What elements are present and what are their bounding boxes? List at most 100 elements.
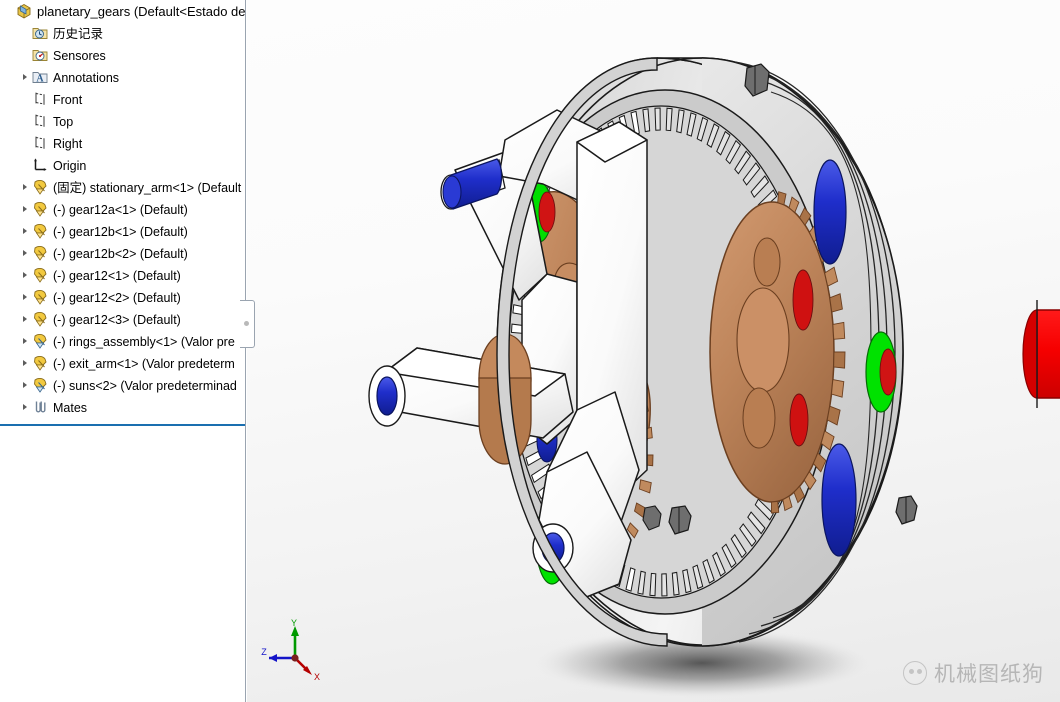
tree-item-gear12b-2-default[interactable]: (-) gear12b<2> (Default) (0, 242, 245, 264)
expand-arrow-icon (2, 0, 15, 22)
expand-arrow-icon[interactable] (18, 352, 31, 374)
tree-item-label: Front (53, 92, 83, 107)
sun-gear-green-2 (865, 331, 897, 413)
tree-item-exit-arm-1-valor-predeterm[interactable]: (-) exit_arm<1> (Valor predeterm (0, 352, 245, 374)
wechat-logo-icon (903, 661, 927, 685)
expand-arrow-icon[interactable] (18, 220, 31, 242)
tree-item-suns-2-valor-predeterminad[interactable]: (-) suns<2> (Valor predeterminad (0, 374, 245, 396)
tree-item-gear12-3-default[interactable]: (-) gear12<3> (Default) (0, 308, 245, 330)
tree-item-label: Annotations (53, 70, 120, 85)
svg-text:A: A (36, 73, 44, 84)
tree-item-label: 历史记录 (53, 26, 104, 41)
hex-bolt-top (744, 63, 770, 97)
origin-icon (31, 156, 49, 174)
part-icon (31, 266, 49, 284)
expand-arrow-icon[interactable] (18, 242, 31, 264)
watermark-text: 机械图纸狗 (934, 662, 1044, 686)
tree-item-rings-assembly-1-valor-pre[interactable]: (-) rings_assembly<1> (Valor pre (0, 330, 245, 352)
expand-arrow-icon (18, 154, 31, 176)
expand-arrow-icon (18, 110, 31, 132)
tree-item-label: (-) gear12<1> (Default) (53, 268, 181, 283)
tree-root-item[interactable]: planetary_gears (Default<Estado de (0, 0, 245, 22)
expand-arrow-icon[interactable] (18, 264, 31, 286)
plane-icon (31, 90, 49, 108)
tree-item-label: planetary_gears (Default<Estado de (37, 3, 245, 19)
expand-arrow-icon[interactable] (18, 374, 31, 396)
tree-item-gear12a-1-default[interactable]: (-) gear12a<1> (Default) (0, 198, 245, 220)
part-icon (31, 244, 49, 262)
solidworks-window: Y X Z 机械图纸狗 planetary_gears (Default<Est… (0, 0, 1060, 702)
part-icon (31, 200, 49, 218)
feature-manager-tree[interactable]: planetary_gears (Default<Estado de 历史记录 Se… (0, 0, 246, 702)
expand-arrow-icon[interactable] (18, 330, 31, 352)
triad-y-label: Y (291, 618, 297, 628)
tree-item-annotations[interactable]: A Annotations (0, 66, 245, 88)
tree-item-label: (-) gear12<3> (Default) (53, 312, 181, 327)
part-icon (31, 288, 49, 306)
tree-item-label: (-) exit_arm<1> (Valor predeterm (53, 356, 235, 371)
history-folder-icon (31, 24, 49, 42)
annotations-folder-icon: A (31, 68, 49, 86)
hex-bolt-bottom-right (895, 495, 918, 525)
expand-arrow-icon[interactable] (18, 396, 31, 418)
planet-pin-left (368, 365, 406, 427)
tree-item-label: (-) gear12b<2> (Default) (53, 246, 188, 261)
tree-item-label: Mates (53, 400, 88, 415)
part-icon (31, 178, 49, 196)
tree-item-origin[interactable]: Origin (0, 154, 245, 176)
tree-bottom-divider (0, 424, 245, 426)
model-render (368, 57, 1060, 699)
part-icon (31, 310, 49, 328)
part-icon (31, 354, 49, 372)
triad-z-arrow (269, 654, 277, 662)
triad-origin (291, 654, 299, 662)
planet-gear-2 (709, 201, 835, 503)
expand-arrow-icon[interactable] (18, 198, 31, 220)
sensors-folder-icon (31, 46, 49, 64)
tree-item-label: (-) gear12<2> (Default) (53, 290, 181, 305)
tree-item-top[interactable]: Top (0, 110, 245, 132)
tree-item-right[interactable]: Right (0, 132, 245, 154)
expand-arrow-icon[interactable] (18, 286, 31, 308)
triad-z-label: Z (261, 647, 267, 657)
plane-icon (31, 112, 49, 130)
expand-arrow-icon[interactable] (18, 308, 31, 330)
tree-item-[interactable]: 历史记录 (0, 22, 245, 44)
tree-item-label: (-) rings_assembly<1> (Valor pre (53, 334, 235, 349)
expand-arrow-icon (18, 88, 31, 110)
tree-item-gear12-1-default[interactable]: (-) gear12<1> (Default) (0, 264, 245, 286)
triad-x-label: X (314, 672, 320, 682)
tree-item-label: (固定) stationary_arm<1> (Default (53, 180, 242, 195)
tree-item-label: (-) suns<2> (Valor predeterminad (53, 378, 237, 393)
coordinate-triad: Y X Z (257, 614, 327, 684)
output-shaft (1022, 300, 1060, 408)
hex-bolt-left (668, 505, 692, 535)
tree-item-gear12b-1-default[interactable]: (-) gear12b<1> (Default) (0, 220, 245, 242)
assembly-icon (15, 2, 33, 20)
mates-icon (31, 398, 49, 416)
graphics-viewport[interactable]: Y X Z 机械图纸狗 (247, 0, 1060, 702)
expand-arrow-icon[interactable] (18, 66, 31, 88)
tree-item-label: (-) gear12a<1> (Default) (53, 202, 188, 217)
tree-item-label: Right (53, 136, 83, 151)
subassembly-icon (31, 332, 49, 350)
tree-item-label: (-) gear12b<1> (Default) (53, 224, 188, 239)
expand-arrow-icon (18, 22, 31, 44)
tree-item-label: Top (53, 114, 74, 129)
plane-icon (31, 134, 49, 152)
tree-item-gear12-2-default[interactable]: (-) gear12<2> (Default) (0, 286, 245, 308)
tree-item-mates[interactable]: Mates (0, 396, 245, 418)
watermark: 机械图纸狗 (903, 658, 1044, 688)
expand-arrow-icon (18, 44, 31, 66)
idler-gear-blue-lower-right (821, 443, 857, 557)
tree-item-front[interactable]: Front (0, 88, 245, 110)
tree-item-label: Origin (53, 158, 87, 173)
tree-item-stationary-arm-1-default[interactable]: (固定) stationary_arm<1> (Default (0, 176, 245, 198)
tree-item-sensores[interactable]: Sensores (0, 44, 245, 66)
idler-gear-blue-upper-right (813, 159, 847, 265)
panel-splitter-handle[interactable] (240, 300, 255, 348)
part-icon (31, 222, 49, 240)
expand-arrow-icon[interactable] (18, 176, 31, 198)
splitter-grip-dot (244, 321, 249, 326)
subassembly-icon (31, 376, 49, 394)
